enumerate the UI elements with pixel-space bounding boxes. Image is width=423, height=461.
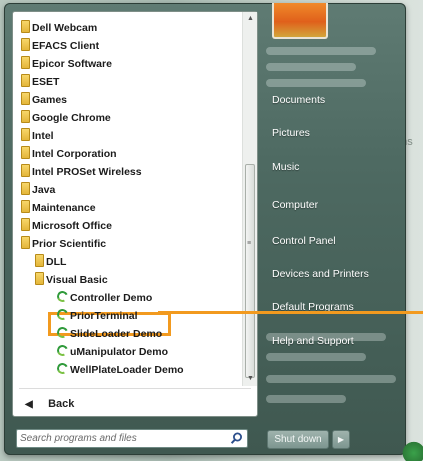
right-item-computer[interactable]: Computer	[272, 196, 318, 214]
list-item-prior-terminal[interactable]: PriorTerminal	[55, 307, 138, 325]
program-icon	[55, 343, 70, 358]
program-icon	[55, 289, 70, 304]
scroll-up-icon[interactable]: ▲	[243, 12, 258, 26]
folder-icon	[21, 74, 30, 87]
right-item-music[interactable]: Music	[272, 158, 299, 176]
search-box	[16, 429, 248, 448]
blurred-text	[266, 63, 356, 71]
folder-icon	[21, 182, 30, 195]
divider	[19, 388, 251, 389]
folder-icon	[35, 254, 44, 267]
search-input[interactable]	[20, 431, 220, 446]
list-item[interactable]: Visual Basic	[35, 271, 108, 289]
list-item[interactable]: DLL	[35, 253, 66, 271]
start-menu: Documents Pictures Music Computer Contro…	[4, 3, 406, 455]
list-item[interactable]: Dell Webcam	[21, 19, 97, 37]
program-icon	[55, 325, 70, 340]
blurred-text	[266, 395, 346, 403]
grip-icon: ≡	[247, 240, 252, 247]
shutdown-options-icon[interactable]: ▶	[332, 430, 350, 449]
list-item[interactable]: Controller Demo	[55, 289, 152, 307]
list-item[interactable]: Microsoft Office	[21, 217, 112, 235]
list-item[interactable]: Intel PROSet Wireless	[21, 163, 142, 181]
folder-icon	[35, 272, 44, 285]
program-icon	[55, 307, 70, 322]
list-item[interactable]: Java	[21, 181, 55, 199]
corner-icon	[400, 441, 423, 461]
programs-list: Dell Webcam EFACS Client Epicor Software…	[13, 12, 242, 386]
right-item-documents[interactable]: Documents	[272, 91, 325, 109]
scroll-down-icon[interactable]: ▼	[243, 372, 258, 386]
shutdown-button[interactable]: Shut down	[267, 430, 329, 449]
scroll-thumb[interactable]	[245, 164, 255, 378]
program-icon	[55, 361, 70, 376]
blurred-text	[266, 47, 376, 55]
folder-icon	[21, 38, 30, 51]
search-icon[interactable]	[229, 431, 244, 446]
right-item-control-panel[interactable]: Control Panel	[272, 232, 336, 250]
blurred-text	[266, 353, 366, 361]
list-item[interactable]: Intel	[21, 127, 54, 145]
list-item[interactable]: Epicor Software	[21, 55, 112, 73]
folder-icon	[21, 20, 30, 33]
list-item[interactable]: uManipulator Demo	[55, 343, 168, 361]
folder-icon	[21, 56, 30, 69]
list-item[interactable]: EFACS Client	[21, 37, 99, 55]
user-picture[interactable]	[272, 3, 328, 39]
folder-icon	[21, 200, 30, 213]
callout-line	[158, 311, 423, 314]
list-item[interactable]: Maintenance	[21, 199, 96, 217]
folder-icon	[21, 110, 30, 123]
folder-icon	[21, 146, 30, 159]
list-item[interactable]: Intel Corporation	[21, 145, 117, 163]
list-item[interactable]: Prior Scientific	[21, 235, 106, 253]
right-item-pictures[interactable]: Pictures	[272, 124, 310, 142]
back-label: Back	[48, 398, 75, 410]
blurred-text	[266, 79, 366, 87]
folder-icon	[21, 92, 30, 105]
list-item[interactable]: SlideLoader Demo	[55, 325, 162, 343]
list-item[interactable]: ESET	[21, 73, 59, 91]
right-item-help-and-support[interactable]: Help and Support	[272, 332, 354, 350]
list-item[interactable]: WellPlateLoader Demo	[55, 361, 184, 379]
folder-icon	[21, 236, 30, 249]
folder-icon	[21, 218, 30, 231]
back-arrow-icon: ◀	[25, 399, 33, 410]
right-item-devices-and-printers[interactable]: Devices and Printers	[272, 265, 369, 283]
programs-scrollbar[interactable]: ▲ ≡ ▼	[242, 12, 257, 386]
folder-icon	[21, 128, 30, 141]
folder-icon	[21, 164, 30, 177]
list-item[interactable]: Games	[21, 91, 67, 109]
blurred-text	[266, 375, 396, 383]
list-item[interactable]: Google Chrome	[21, 109, 111, 127]
programs-pane: Dell Webcam EFACS Client Epicor Software…	[12, 11, 258, 417]
back-button[interactable]: ◀ Back	[25, 395, 74, 413]
